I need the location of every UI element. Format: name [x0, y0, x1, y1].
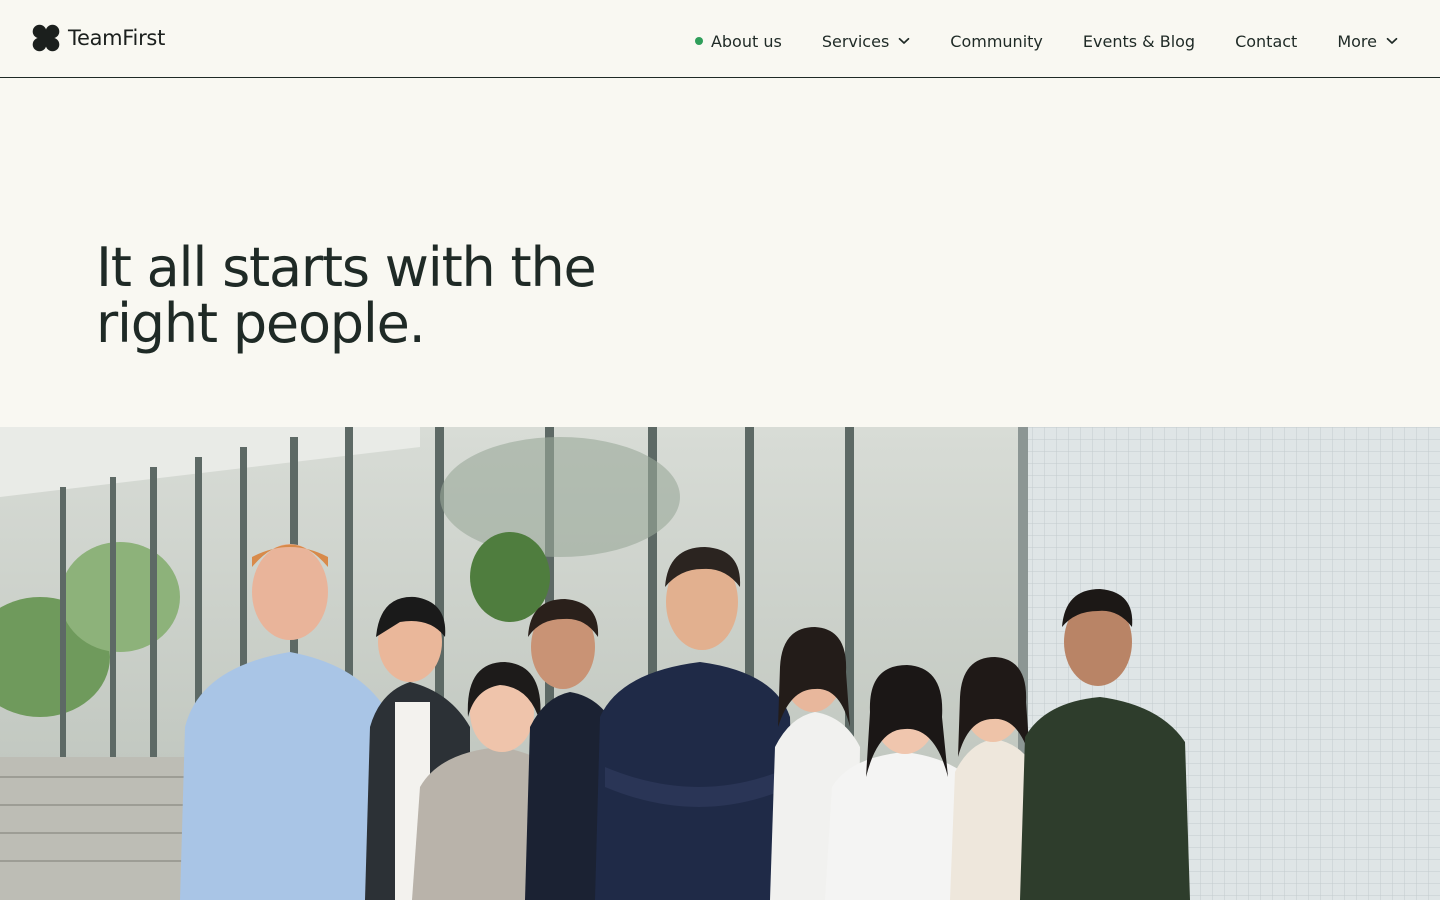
four-petal-logo-icon: [32, 24, 60, 52]
nav-item-services[interactable]: Services: [822, 32, 910, 51]
nav-item-label: Community: [950, 31, 1043, 51]
main-nav: About us Services Community Events & Blo…: [694, 30, 1398, 52]
hero-title: It all starts with the right people.: [96, 236, 597, 355]
nav-item-contact[interactable]: Contact: [1235, 32, 1297, 51]
nav-item-more[interactable]: More: [1337, 32, 1398, 51]
nav-item-events-blog[interactable]: Events & Blog: [1083, 32, 1195, 51]
nav-item-label: Events & Blog: [1082, 31, 1196, 51]
brand-logo[interactable]: TeamFirst: [32, 24, 165, 52]
nav-item-community[interactable]: Community: [950, 32, 1043, 51]
nav-item-label: More: [1337, 31, 1377, 51]
nav-item-label: Contact: [1235, 31, 1298, 51]
nav-item-label: About us: [710, 31, 782, 51]
nav-item-label: Services: [821, 31, 890, 51]
site-header: TeamFirst About us Services Community Ev…: [0, 0, 1440, 78]
chevron-down-icon: [898, 37, 910, 44]
brand-name: TeamFirst: [68, 26, 165, 50]
chevron-down-icon: [1386, 37, 1398, 44]
team-photo: [0, 427, 1440, 900]
nav-item-about-us[interactable]: About us: [694, 31, 782, 51]
active-indicator-dot: [694, 37, 703, 45]
